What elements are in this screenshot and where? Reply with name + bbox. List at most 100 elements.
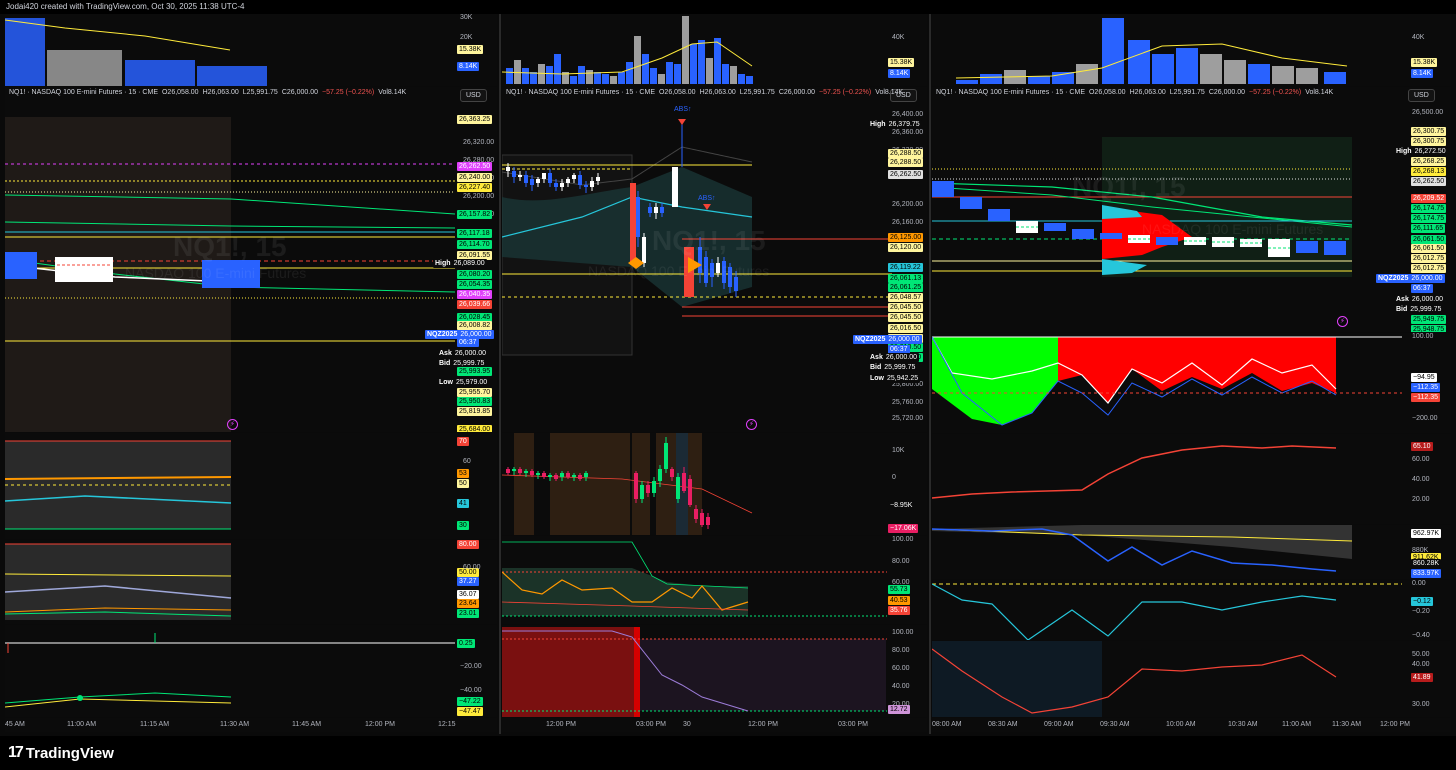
value-tag: 8.14K (1411, 69, 1434, 78)
price-tag-value: 26,272.50 (1414, 148, 1446, 155)
candle-body (660, 207, 664, 213)
right-rsi-pane[interactable]: 65.10 60.00 40.00 20.00 (932, 434, 1451, 524)
price-tag: 06:37 (457, 338, 479, 347)
right-volume-pane[interactable]: 40K 15.38K 8.14K (932, 14, 1451, 86)
right-obv-pane[interactable]: 962.97K 911.62K 880K 860.28K 833.97K (932, 525, 1451, 579)
value-tag: −47.47 (457, 707, 483, 716)
middle-rsi-pane[interactable]: 100.00 80.00 60.00 55.73 40.53 35.76 (502, 536, 927, 624)
ohlc-c: C26,000.00 (1208, 89, 1246, 96)
price-tag-value: 26,120.00 (890, 244, 922, 251)
candle-body (988, 209, 1010, 221)
middle-volume-pane[interactable]: 40K 15.38K 8.14K (502, 14, 927, 86)
candle-body (960, 197, 982, 209)
lightning-icon[interactable]: ⚡ (227, 419, 238, 430)
left-volume-pane[interactable]: 30K 20K 15.38K 8.14K (5, 14, 497, 86)
left-osc-pane[interactable]: 0.25 −20.00 −40.00 −47.22 −47.47 (5, 625, 497, 717)
symbol-legend[interactable]: NQ1! · NASDAQ 100 E-mini Futures · 15 · … (506, 89, 903, 96)
price-tag-value: 26,262.50 (1413, 178, 1445, 185)
volume-bar (1152, 54, 1174, 84)
price-tag-label: Ask (439, 350, 452, 357)
currency-button[interactable]: USD (460, 89, 487, 102)
volume-bar (1128, 40, 1150, 84)
axis-tick: 40K (892, 34, 905, 41)
price-tag: 25,684.00 (457, 425, 493, 432)
price-tag: Bid 25,999.75 (1394, 305, 1444, 314)
middle-price-pane-plot (502, 119, 892, 356)
symbol-legend[interactable]: NQ1! · NASDAQ 100 E-mini Futures · 15 · … (9, 89, 406, 96)
time-tick: 11:45 AM (292, 721, 322, 728)
volume-bar (690, 44, 697, 84)
value-tag: 0.25 (457, 639, 475, 648)
axis-tick: 26,320.00 (463, 139, 495, 146)
right-cvd-pane[interactable]: 100.00 −200.00 −94.95 −112.35 −112.35 (932, 333, 1451, 433)
price-tag-value: 26,125.00 (890, 234, 922, 241)
time-tick: 12:00 PM (365, 721, 395, 728)
middle-price-pane[interactable]: NQ1!, 15 NASDAQ 100 E-mini Futures ABS↑ ABS… (502, 87, 927, 432)
volume-bar (1176, 48, 1198, 84)
symbol-legend[interactable]: NQ1! · NASDAQ 100 E-mini Futures · 15 · … (936, 89, 1333, 96)
axis-tick: 10K (892, 447, 905, 454)
price-tag: 26,300.75 (1411, 137, 1447, 146)
candle-body (640, 485, 644, 499)
symbol-name[interactable]: NQ1! · NASDAQ 100 E-mini Futures · 15 · … (936, 89, 1085, 96)
price-tag-label: Ask (1396, 296, 1409, 303)
left-price-pane[interactable]: NQ1!, 15 NASDAQ 100 E-mini Futures USD NQ1!… (5, 87, 497, 432)
price-tag-value: 26,209.52 (1413, 195, 1445, 202)
price-tag-value: 26,000.00 (1411, 296, 1443, 303)
volume-bar (706, 58, 713, 84)
candle-body (648, 207, 652, 213)
price-tag-value: 25,993.95 (459, 368, 491, 375)
lightning-icon[interactable]: ⚡ (746, 419, 757, 430)
left-stoch-pane[interactable]: 80.00 50.00 37.27 36.07 23.64 23.01 60.00 (5, 540, 497, 624)
right-rsi-pane-plot (932, 445, 1337, 499)
price-tag-label: NQZ2025 (1378, 275, 1409, 282)
price-tag-value: 26,061.50 (1413, 236, 1445, 243)
candle-body (642, 237, 646, 263)
ohlc-o: O26,058.00 (658, 89, 696, 96)
volume-bar (618, 72, 625, 84)
volume-bar (1200, 54, 1222, 84)
abs-arrow-icon (678, 119, 686, 125)
lightning-icon[interactable]: ⚡ (1337, 316, 1348, 327)
brand-logo[interactable]: 17 TradingView (8, 744, 114, 762)
symbol-name[interactable]: NQ1! · NASDAQ 100 E-mini Futures · 15 · … (9, 89, 158, 96)
symbol-name[interactable]: NQ1! · NASDAQ 100 E-mini Futures · 15 · … (506, 89, 655, 96)
axis-tick: 26,400.00 (892, 111, 924, 118)
price-tag: High 26,379.75 (868, 120, 922, 129)
volume-bar (682, 16, 689, 84)
volume-bar (47, 50, 122, 86)
currency-button[interactable]: USD (1408, 89, 1435, 102)
ohlc-o: O26,058.00 (1088, 89, 1126, 96)
volume-bar (1224, 60, 1246, 84)
price-tag: 26,061.50 (1411, 244, 1447, 253)
axis-tick: 60.00 (892, 665, 910, 672)
time-tick: 12:00 PM (546, 721, 576, 728)
value-tag: 65.10 (1411, 442, 1433, 451)
right-macd-pane[interactable]: 0.00 −0.12 −0.20 −0.40 (932, 580, 1451, 640)
time-tick: 12:00 PM (748, 721, 778, 728)
right-rsi2-pane[interactable]: 50.00 41.89 40.00 30.00 (932, 641, 1451, 717)
price-tag-value: 26,061.25 (890, 284, 922, 291)
candle-body (646, 485, 650, 493)
price-tag: Ask 26,000.00 (868, 353, 919, 362)
right-price-pane[interactable]: NQ1!, 15 NASDAQ 100 E-mini Futures USD NQ1!… (932, 87, 1451, 332)
right-time-axis: 08:00 AM 08:30 AM 09:00 AM 09:30 AM 10:00 AM… (932, 718, 1451, 732)
price-tag-value: 25,955.70 (459, 389, 491, 396)
price-tag: 26,288.50 (888, 158, 924, 167)
value-tag: 23.01 (457, 609, 479, 618)
value-tag: −8.95K (888, 501, 915, 510)
candle-body (1296, 241, 1318, 253)
left-time-axis: 45 AM 11:00 AM 11:15 AM 11:30 AM 11:45 AM 12:… (5, 718, 497, 732)
left-rsi-pane[interactable]: 70 53 50 41 30 60 (5, 433, 497, 539)
volume-bar (626, 62, 633, 84)
middle-delta-pane[interactable]: 10K 0 −8.95K −17.06K (502, 433, 927, 535)
price-tag-value: 26,028.45 (459, 314, 491, 321)
price-tag: NQZ2025 26,000.00 (1376, 274, 1445, 283)
column-divider (499, 14, 501, 734)
price-tag-value: 26,268.25 (1413, 158, 1445, 165)
volume-bar (1102, 18, 1124, 84)
candle-body (548, 173, 552, 183)
price-tag: 26,300.75 (1411, 127, 1447, 136)
candle-body (506, 167, 510, 171)
middle-stoch-pane[interactable]: 100.0080.0060.0040.0020.0012.72 (502, 625, 927, 717)
